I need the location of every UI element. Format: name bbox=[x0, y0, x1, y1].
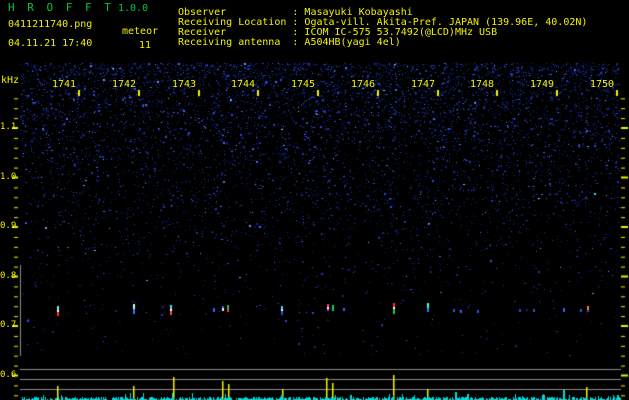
meteor-count: 11 bbox=[139, 40, 152, 51]
freq-tick-label: 1.1 bbox=[0, 122, 17, 132]
hrofft-screen: H R O F F T 1.0.0 0411211740.png meteor … bbox=[0, 0, 629, 400]
mode-label: meteor bbox=[122, 26, 159, 37]
time-tick-label: 1741 bbox=[52, 79, 77, 90]
time-tick-label: 1745 bbox=[291, 79, 316, 90]
freq-tick-label: 1.0 bbox=[0, 171, 17, 182]
info-row: Receiving antenna : A504HB(yagi 4el) bbox=[178, 37, 401, 48]
khz-axis-label: kHz bbox=[1, 75, 20, 86]
time-tick-label: 1743 bbox=[172, 79, 197, 90]
time-tick-label: 1744 bbox=[231, 79, 256, 90]
freq-tick-label: 0.7 bbox=[0, 320, 17, 330]
freq-tick-label: 0.8 bbox=[0, 270, 17, 281]
output-filename: 0411211740.png bbox=[8, 19, 93, 30]
freq-tick-label: 0.9 bbox=[0, 221, 17, 231]
app-title: H R O F F T bbox=[8, 1, 114, 14]
app-version: 1.0.0 bbox=[118, 3, 149, 14]
time-tick-label: 1749 bbox=[530, 79, 555, 90]
time-tick-label: 1747 bbox=[411, 79, 436, 90]
spectrogram-canvas bbox=[0, 62, 629, 400]
time-tick-label: 1750 bbox=[590, 79, 615, 90]
time-tick-label: 1748 bbox=[470, 79, 495, 90]
time-tick-label: 1742 bbox=[112, 79, 137, 90]
freq-tick-label: 0.6 bbox=[0, 369, 17, 380]
datetime-label: 04.11.21 17:40 bbox=[8, 38, 93, 49]
time-tick-label: 1746 bbox=[351, 79, 376, 90]
